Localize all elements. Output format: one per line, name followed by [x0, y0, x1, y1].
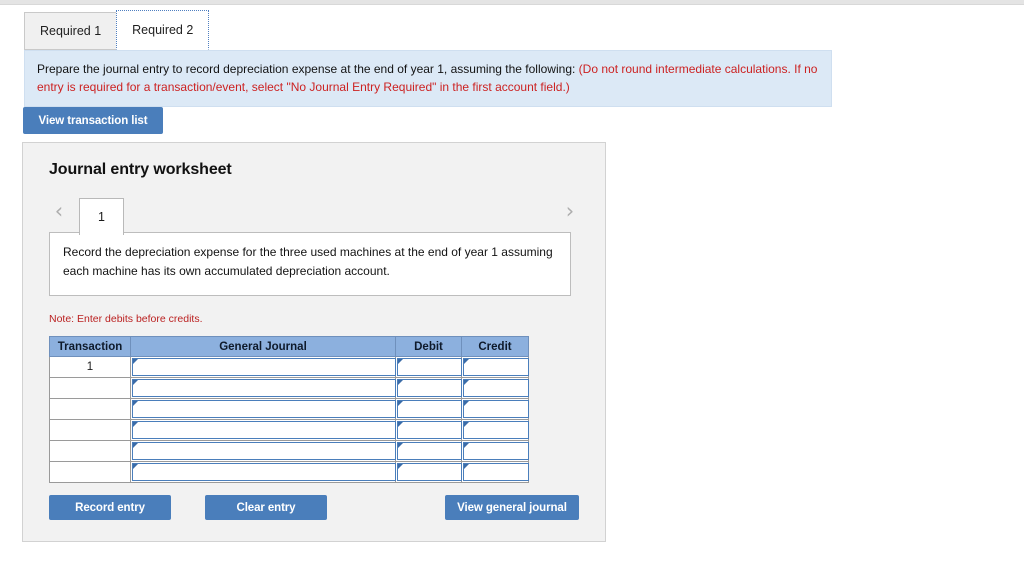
general-journal-input-cell[interactable]	[130, 398, 396, 420]
general-journal-input[interactable]	[132, 463, 396, 481]
debit-input[interactable]	[397, 400, 462, 418]
instruction-main-text: Prepare the journal entry to record depr…	[37, 62, 579, 76]
worksheet-title: Journal entry worksheet	[49, 161, 232, 178]
column-header-credit: Credit	[461, 336, 529, 357]
tab-required-2[interactable]: Required 2	[116, 10, 210, 50]
debit-input[interactable]	[397, 358, 462, 376]
credit-input[interactable]	[463, 358, 529, 376]
record-entry-label: Record entry	[75, 501, 145, 514]
column-header-debit: Debit	[395, 336, 462, 357]
tab-required-2-label: Required 2	[132, 23, 194, 37]
general-journal-input-cell[interactable]	[130, 440, 396, 462]
general-journal-input[interactable]	[132, 421, 396, 439]
worksheet-pager: ‹ 1 ›	[23, 190, 607, 235]
worksheet-description-text: Record the depreciation expense for the …	[63, 245, 553, 278]
debit-input-cell[interactable]	[395, 461, 462, 483]
credit-input-cell[interactable]	[461, 461, 529, 483]
table-header-row: Transaction General Journal Debit Credit	[49, 336, 529, 357]
credit-input[interactable]	[463, 421, 529, 439]
table-row	[49, 419, 529, 441]
table-row	[49, 398, 529, 420]
record-entry-button[interactable]: Record entry	[49, 495, 171, 520]
general-journal-input-cell[interactable]	[130, 377, 396, 399]
credit-input[interactable]	[463, 463, 529, 481]
required-tabs: Required 1 Required 2	[24, 9, 210, 50]
debit-input-cell[interactable]	[395, 440, 462, 462]
transaction-number-cell	[49, 377, 131, 399]
general-journal-input[interactable]	[132, 358, 396, 376]
journal-entry-worksheet-panel: Journal entry worksheet ‹ 1 › Record the…	[22, 142, 606, 542]
credit-input-cell[interactable]	[461, 419, 529, 441]
debit-input-cell[interactable]	[395, 356, 462, 378]
page-tab-1[interactable]: 1	[79, 198, 124, 235]
transaction-number-cell	[49, 419, 131, 441]
chevron-left-icon[interactable]: ‹	[49, 199, 69, 223]
general-journal-input-cell[interactable]	[130, 419, 396, 441]
table-row	[49, 461, 529, 483]
debit-input[interactable]	[397, 421, 462, 439]
table-row	[49, 440, 529, 462]
page-tab-1-label: 1	[98, 210, 105, 224]
instruction-banner: Prepare the journal entry to record depr…	[24, 50, 832, 108]
view-transaction-list-label: View transaction list	[38, 114, 148, 127]
general-journal-input[interactable]	[132, 400, 396, 418]
debit-input-cell[interactable]	[395, 398, 462, 420]
transaction-number-cell	[49, 461, 131, 483]
debit-input[interactable]	[397, 379, 462, 397]
credit-input[interactable]	[463, 442, 529, 460]
transaction-number-cell	[49, 398, 131, 420]
tab-required-1-label: Required 1	[40, 24, 102, 38]
top-divider	[0, 0, 1024, 5]
debits-before-credits-note: Note: Enter debits before credits.	[49, 313, 203, 325]
credit-input-cell[interactable]	[461, 377, 529, 399]
clear-entry-button[interactable]: Clear entry	[205, 495, 327, 520]
table-row	[49, 377, 529, 399]
view-general-journal-label: View general journal	[457, 501, 567, 514]
credit-input[interactable]	[463, 379, 529, 397]
view-transaction-list-button[interactable]: View transaction list	[23, 107, 163, 134]
table-row: 1	[49, 356, 529, 378]
general-journal-input-cell[interactable]	[130, 461, 396, 483]
general-journal-input[interactable]	[132, 379, 396, 397]
credit-input-cell[interactable]	[461, 398, 529, 420]
journal-entry-table: Transaction General Journal Debit Credit…	[49, 336, 529, 483]
view-general-journal-button[interactable]: View general journal	[445, 495, 579, 520]
worksheet-description-box: Record the depreciation expense for the …	[49, 232, 571, 296]
general-journal-input[interactable]	[132, 442, 396, 460]
debit-input[interactable]	[397, 463, 462, 481]
chevron-right-icon[interactable]: ›	[560, 199, 580, 223]
general-journal-input-cell[interactable]	[130, 356, 396, 378]
transaction-number-cell	[49, 440, 131, 462]
column-header-general-journal: General Journal	[130, 336, 396, 357]
transaction-number-cell: 1	[49, 356, 131, 378]
credit-input-cell[interactable]	[461, 356, 529, 378]
column-header-transaction: Transaction	[49, 336, 131, 357]
debit-input[interactable]	[397, 442, 462, 460]
clear-entry-label: Clear entry	[236, 501, 296, 514]
credit-input-cell[interactable]	[461, 440, 529, 462]
debit-input-cell[interactable]	[395, 377, 462, 399]
tab-required-1[interactable]: Required 1	[24, 12, 118, 50]
credit-input[interactable]	[463, 400, 529, 418]
debit-input-cell[interactable]	[395, 419, 462, 441]
